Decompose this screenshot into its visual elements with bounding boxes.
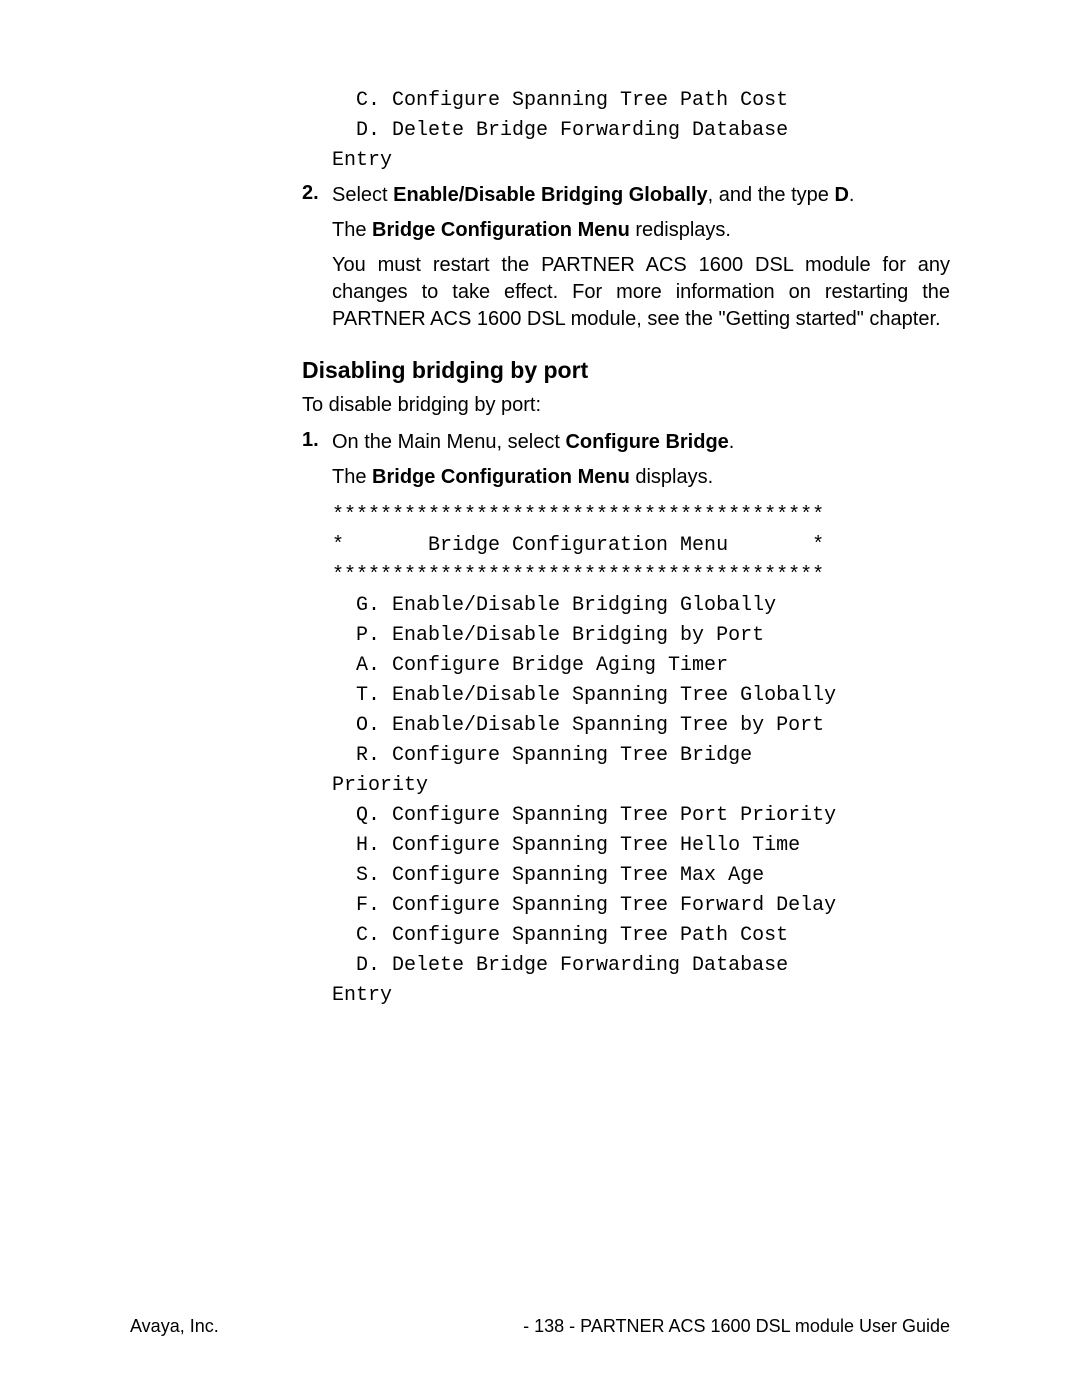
main-content: C. Configure Spanning Tree Path Cost D. … [302,86,950,1011]
bridge-config-menu: ****************************************… [332,501,950,1011]
intro-line: To disable bridging by port: [302,392,950,419]
menu-item-d-line2: Entry [332,146,950,176]
step-2-text-end: . [849,184,855,206]
menu-item-q: Q. Configure Spanning Tree Port Priority [332,801,950,831]
menu-item-d-full-line2: Entry [332,981,950,1011]
step-2-body: Select Enable/Disable Bridging Globally,… [332,182,950,209]
step-2-text-pre: Select [332,184,393,206]
menu-title: * Bridge Configuration Menu * [332,531,950,561]
displays-post: displays. [630,466,713,488]
document-page: C. Configure Spanning Tree Path Cost D. … [0,0,1080,1397]
step-1-bold: Configure Bridge [565,431,728,453]
displays-pre: The [332,466,372,488]
step-1-number: 1. [302,429,332,452]
menu-item-d-line1: D. Delete Bridge Forwarding Database [332,116,950,146]
footer-left: Avaya, Inc. [130,1316,219,1337]
menu-item-r-line2: Priority [332,771,950,801]
step-1-post: . [729,431,735,453]
menu-item-g: G. Enable/Disable Bridging Globally [332,591,950,621]
step-2-bold1: Enable/Disable Bridging Globally [393,184,708,206]
footer-right: - 138 - PARTNER ACS 1600 DSL module User… [523,1316,950,1337]
step-2: 2. Select Enable/Disable Bridging Global… [302,182,950,209]
displays-line: The Bridge Configuration Menu displays. [332,464,950,491]
prev-menu-tail: C. Configure Spanning Tree Path Cost D. … [332,86,950,176]
restart-paragraph: You must restart the PARTNER ACS 1600 DS… [332,252,950,333]
redisplay-pre: The [332,219,372,241]
redisplay-post: redisplays. [630,219,731,241]
step-1-body: On the Main Menu, select Configure Bridg… [332,429,950,456]
step-1-pre: On the Main Menu, select [332,431,565,453]
page-footer: Avaya, Inc. - 138 - PARTNER ACS 1600 DSL… [130,1316,950,1337]
step-2-number: 2. [302,182,332,205]
menu-item-p: P. Enable/Disable Bridging by Port [332,621,950,651]
step-2-text-mid: , and the type [708,184,835,206]
menu-item-o: O. Enable/Disable Spanning Tree by Port [332,711,950,741]
section-heading: Disabling bridging by port [302,357,950,384]
menu-item-d-full-line1: D. Delete Bridge Forwarding Database [332,951,950,981]
menu-item-t: T. Enable/Disable Spanning Tree Globally [332,681,950,711]
redisplay-line: The Bridge Configuration Menu redisplays… [332,217,950,244]
redisplay-bold: Bridge Configuration Menu [372,219,630,241]
menu-item-s: S. Configure Spanning Tree Max Age [332,861,950,891]
step-1: 1. On the Main Menu, select Configure Br… [302,429,950,456]
menu-item-c-full: C. Configure Spanning Tree Path Cost [332,921,950,951]
menu-item-a: A. Configure Bridge Aging Timer [332,651,950,681]
menu-item-r-line1: R. Configure Spanning Tree Bridge [332,741,950,771]
menu-item-c: C. Configure Spanning Tree Path Cost [332,86,950,116]
menu-item-f: F. Configure Spanning Tree Forward Delay [332,891,950,921]
displays-bold: Bridge Configuration Menu [372,466,630,488]
step-2-bold2: D [834,184,848,206]
menu-item-h: H. Configure Spanning Tree Hello Time [332,831,950,861]
menu-border-top: ****************************************… [332,501,950,531]
menu-border-bottom: ****************************************… [332,561,950,591]
